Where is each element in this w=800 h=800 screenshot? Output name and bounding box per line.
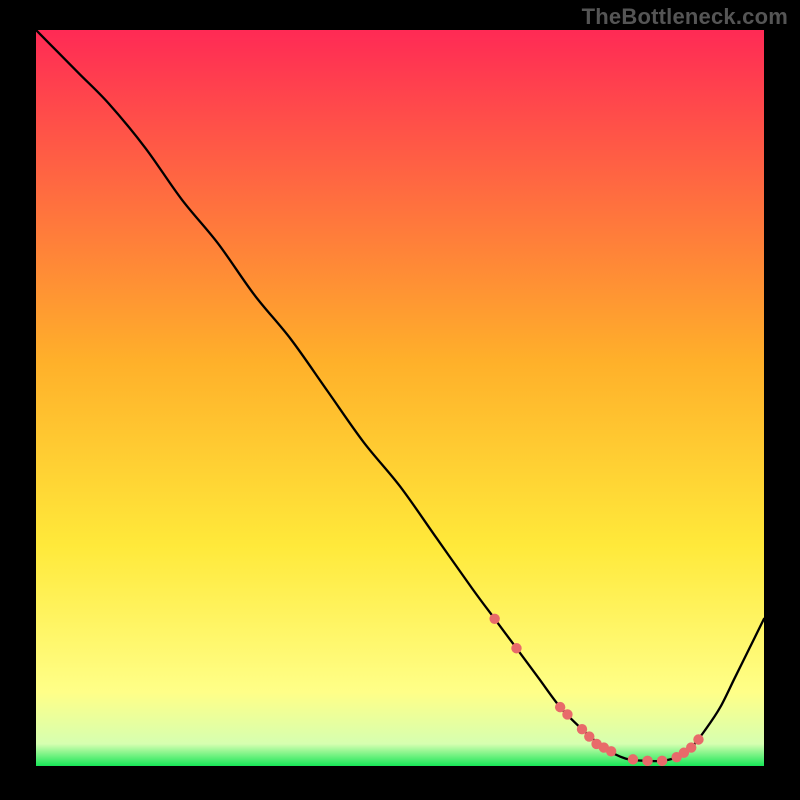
plot-area [36, 30, 764, 766]
attribution-text: TheBottleneck.com [582, 4, 788, 30]
marker-dot [555, 702, 565, 712]
marker-dot [562, 709, 572, 719]
marker-dot [577, 724, 587, 734]
marker-dot [628, 754, 638, 764]
marker-dot [686, 742, 696, 752]
marker-dot [657, 756, 667, 766]
bottleneck-chart [36, 30, 764, 766]
marker-dot [606, 746, 616, 756]
marker-dot [642, 756, 652, 766]
chart-frame: { "attribution": "TheBottleneck.com", "c… [0, 0, 800, 800]
marker-dot [584, 731, 594, 741]
marker-dot [489, 614, 499, 624]
marker-dot [511, 643, 521, 653]
gradient-background [36, 30, 764, 766]
marker-dot [693, 734, 703, 744]
